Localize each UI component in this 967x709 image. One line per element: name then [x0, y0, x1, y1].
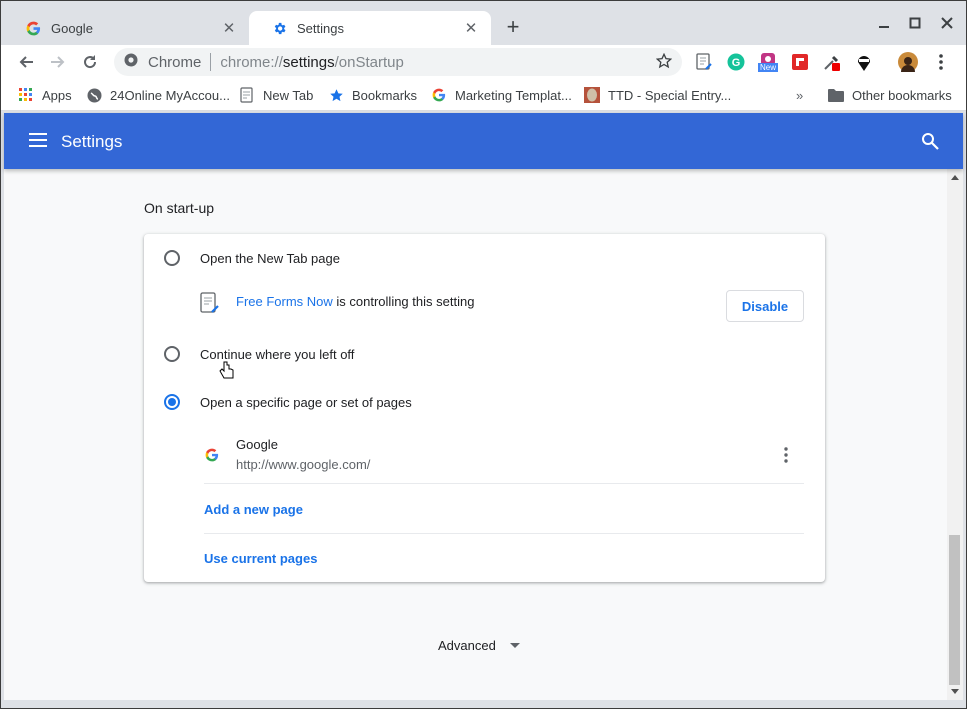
- settings-content: On start-up Open the New Tab page Free F…: [4, 169, 947, 700]
- google-g-icon: [205, 448, 219, 462]
- profile-avatar[interactable]: [898, 52, 918, 72]
- add-new-page-link[interactable]: Add a new page: [204, 502, 303, 517]
- tab-google[interactable]: Google ✕: [3, 11, 249, 45]
- option-label: Open a specific page or set of pages: [200, 395, 412, 410]
- controlled-text: Free Forms Now is controlling this setti…: [236, 294, 475, 309]
- disable-button[interactable]: Disable: [726, 290, 804, 322]
- bookmark-24online[interactable]: 24Online MyAccou...: [86, 86, 230, 104]
- close-icon[interactable]: ✕: [221, 20, 237, 37]
- folder-icon: [828, 87, 844, 103]
- scrollbar[interactable]: [947, 169, 963, 700]
- settings-title: Settings: [61, 132, 123, 151]
- reload-button[interactable]: [78, 50, 102, 74]
- arrow-right-icon: [51, 56, 65, 68]
- window-close-icon[interactable]: [937, 13, 957, 33]
- option-label: Open the New Tab page: [200, 251, 340, 266]
- back-button[interactable]: [14, 50, 38, 74]
- google-g-icon: [25, 20, 41, 36]
- star-icon: [328, 87, 344, 103]
- free-forms-now-icon[interactable]: [694, 52, 714, 72]
- bookmark-bookmarks[interactable]: Bookmarks: [328, 86, 417, 104]
- settings-header: Settings: [4, 113, 963, 169]
- toolbar: Chrome chrome://settings/onStartup G New: [1, 45, 966, 79]
- scroll-up-arrow-icon[interactable]: [951, 175, 959, 180]
- startup-page-entry: Google http://www.google.com/: [204, 430, 804, 484]
- gear-icon: [271, 20, 287, 36]
- security-chip: Chrome: [148, 53, 202, 71]
- google-g-icon: [431, 87, 447, 103]
- tab-title: Settings: [297, 20, 344, 36]
- chrome-icon: [124, 53, 138, 71]
- close-icon[interactable]: ✕: [463, 20, 479, 37]
- url-text: chrome://settings/onStartup: [220, 53, 404, 71]
- instagram-new-icon[interactable]: New: [758, 52, 779, 72]
- radio-new-tab[interactable]: [164, 250, 180, 266]
- page-title: Google: [236, 437, 278, 452]
- hand-cursor-icon: [219, 361, 234, 379]
- maximize-icon[interactable]: [905, 13, 925, 33]
- address-bar[interactable]: Chrome chrome://settings/onStartup: [114, 48, 682, 76]
- radio-continue[interactable]: [164, 346, 180, 362]
- arrow-left-icon: [19, 56, 33, 68]
- page-url: http://www.google.com/: [236, 457, 371, 472]
- section-title: On start-up: [144, 200, 215, 216]
- apps-grid-icon: [18, 87, 34, 103]
- scrollbar-thumb[interactable]: [949, 535, 960, 685]
- bookmark-star-icon[interactable]: [655, 52, 673, 73]
- kebab-menu-icon[interactable]: [931, 52, 951, 72]
- extension-link[interactable]: Free Forms Now: [236, 294, 333, 309]
- bookmarks-bar: Apps 24Online MyAccou... New Tab Bookmar…: [1, 79, 966, 111]
- new-badge: New: [758, 63, 779, 72]
- divider: [204, 533, 804, 534]
- spy-icon[interactable]: [854, 52, 874, 72]
- globe-icon: [86, 87, 102, 103]
- other-bookmarks[interactable]: Other bookmarks: [828, 86, 952, 104]
- divider: [210, 53, 212, 71]
- new-tab-button[interactable]: +: [501, 14, 525, 39]
- tab-settings[interactable]: Settings ✕: [249, 11, 491, 45]
- hamburger-menu-icon[interactable]: [29, 133, 47, 147]
- use-current-pages-link[interactable]: Use current pages: [204, 551, 317, 566]
- bookmark-apps[interactable]: Apps: [18, 86, 72, 104]
- bookmarks-overflow-button[interactable]: »: [796, 86, 803, 104]
- grammarly-icon[interactable]: G: [726, 52, 746, 72]
- browser-window: Google ✕ Settings ✕ + Chrome chrome://se…: [1, 1, 966, 708]
- radio-specific-pages[interactable]: [164, 394, 180, 410]
- ttd-icon: [584, 87, 600, 103]
- bookmark-marketing[interactable]: Marketing Templat...: [431, 86, 572, 104]
- option-label: Continue where you left off: [200, 347, 355, 362]
- reload-icon: [84, 55, 97, 69]
- tab-strip: Google ✕ Settings ✕ +: [1, 1, 966, 45]
- bookmark-ttd[interactable]: TTD - Special Entry...: [584, 86, 731, 104]
- dropdown-arrow-icon: [509, 643, 520, 648]
- search-icon[interactable]: [921, 132, 939, 150]
- svg-text:G: G: [732, 57, 741, 69]
- advanced-toggle[interactable]: Advanced: [438, 638, 520, 653]
- scroll-down-arrow-icon[interactable]: [951, 689, 959, 694]
- bookmark-new-tab[interactable]: New Tab: [239, 86, 313, 104]
- eyedropper-icon[interactable]: [822, 52, 842, 72]
- document-icon: [239, 87, 255, 103]
- minimize-icon[interactable]: [874, 13, 894, 33]
- free-forms-now-icon: [200, 292, 219, 313]
- flipboard-icon[interactable]: [790, 52, 810, 72]
- tab-title: Google: [51, 20, 93, 36]
- forward-button[interactable]: [46, 50, 70, 74]
- more-vert-icon[interactable]: [784, 447, 788, 463]
- startup-card: Open the New Tab page Free Forms Now is …: [144, 234, 825, 582]
